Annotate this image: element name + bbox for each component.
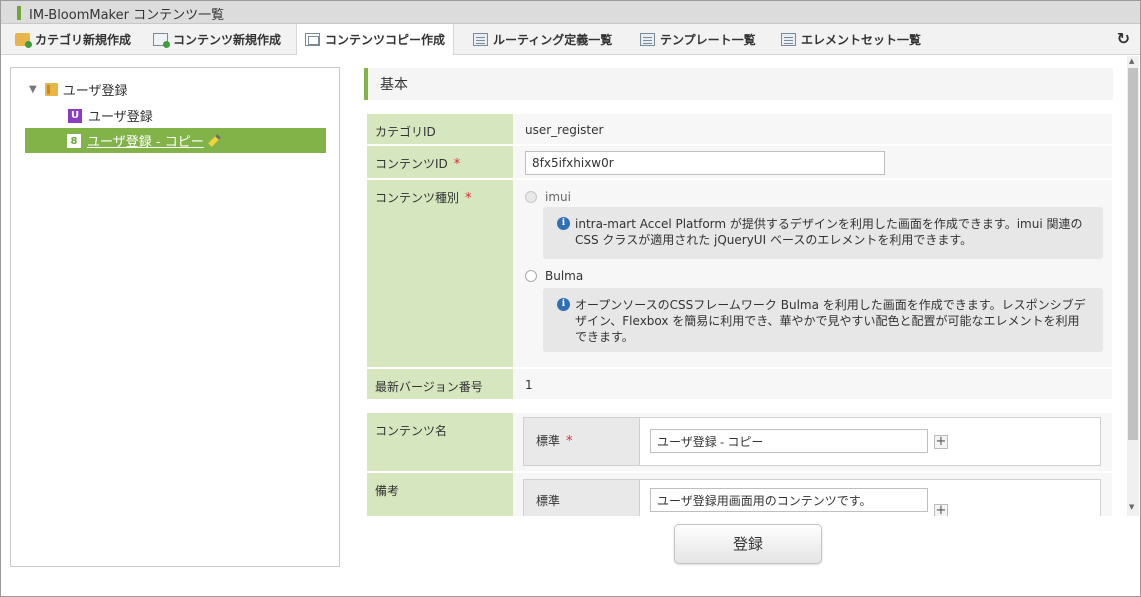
folder-add-icon: [15, 32, 32, 48]
content-name-input-cell: +: [640, 418, 1100, 465]
toolbar: カテゴリ新規作成 コンテンツ新規作成 コンテンツコピー作成 ルーティング定義一覧…: [1, 24, 1140, 55]
content-name-label: コンテンツ名: [367, 413, 513, 471]
content-name-cell: 標準* +: [513, 413, 1112, 471]
imui-info-box: i intra-mart Accel Platform が提供するデザインを利用…: [543, 207, 1103, 259]
create-category-button[interactable]: カテゴリ新規作成: [7, 24, 139, 54]
copy-icon: [305, 33, 320, 46]
content-id-row: コンテンツID *: [367, 146, 1112, 178]
template-list-label: テンプレート一覧: [660, 32, 756, 47]
section-title: 基本: [380, 77, 408, 93]
refresh-icon[interactable]: ↻: [1117, 29, 1130, 48]
bulma-info-text: オープンソースのCSSフレームワーク Bulma を利用した画面を作成できます。…: [575, 298, 1086, 344]
list-icon: [473, 32, 488, 46]
remarks-locale-table: 標準 +: [523, 479, 1101, 516]
tree-root-node[interactable]: ▼ ユーザ登録: [29, 80, 127, 99]
content-type-badge: U: [68, 108, 82, 123]
latest-version-row: 最新バージョン番号 1: [367, 369, 1112, 399]
collapse-toggle-icon[interactable]: ▼: [29, 84, 37, 95]
content-id-input[interactable]: [525, 151, 885, 175]
content-type-badge: 8: [67, 133, 81, 148]
radio-circle[interactable]: [525, 270, 537, 282]
create-content-label: コンテンツ新規作成: [173, 32, 282, 47]
title-bar: IM-BloomMaker コンテンツ一覧: [1, 1, 1140, 24]
remarks-input-cell: +: [640, 480, 1100, 516]
content-id-cell: [513, 146, 1112, 178]
radio-circle[interactable]: [525, 191, 537, 203]
tree-root-label: ユーザ登録: [62, 84, 128, 99]
category-tree-panel: ▼ ユーザ登録 U ユーザ登録 8 ユーザ登録 - コピー: [10, 67, 340, 567]
locale-label: 標準: [524, 480, 640, 516]
scroll-down-icon[interactable]: ▼: [1129, 503, 1134, 511]
element-set-list-button[interactable]: エレメントセット一覧: [773, 24, 929, 54]
content-type-label: コンテンツ種別 *: [367, 180, 513, 367]
latest-version-value: 1: [513, 369, 1112, 399]
required-mark: *: [453, 157, 461, 172]
list-icon: [640, 32, 655, 46]
tree-node-label: ユーザ登録 - コピー: [87, 135, 204, 150]
edit-pencil-icon: [207, 134, 221, 147]
scroll-up-icon[interactable]: ▲: [1129, 57, 1134, 65]
bulma-info-box: i オープンソースのCSSフレームワーク Bulma を利用した画面を作成できま…: [543, 288, 1103, 352]
category-id-row: カテゴリID user_register: [367, 114, 1112, 144]
radio-imui-label: imui: [545, 190, 571, 204]
imui-info-text: intra-mart Accel Platform が提供するデザインを利用した…: [575, 217, 1083, 247]
content-add-icon: [153, 32, 170, 48]
radio-bulma-label: Bulma: [545, 269, 584, 283]
routing-list-label: ルーティング定義一覧: [493, 32, 613, 47]
latest-version-label: 最新バージョン番号: [367, 369, 513, 399]
remarks-cell: 標準 +: [513, 473, 1112, 516]
element-set-list-label: エレメントセット一覧: [801, 32, 922, 47]
locale-label: 標準 *: [524, 418, 640, 465]
tree-node-label: ユーザ登録: [88, 110, 153, 125]
required-mark: *: [566, 434, 573, 449]
template-list-button[interactable]: テンプレート一覧: [632, 24, 764, 54]
info-icon: i: [557, 298, 570, 311]
tree-node-user-register-copy[interactable]: 8 ユーザ登録 - コピー: [25, 128, 326, 153]
radio-bulma[interactable]: Bulma: [525, 269, 583, 283]
routing-list-button[interactable]: ルーティング定義一覧: [465, 24, 620, 54]
tree-node-user-register[interactable]: U ユーザ登録: [68, 106, 153, 125]
category-id-label: カテゴリID: [367, 114, 513, 144]
copy-content-label: コンテンツコピー作成: [325, 33, 446, 47]
content-name-row: コンテンツ名 標準* +: [367, 413, 1112, 471]
remarks-input[interactable]: [650, 488, 928, 512]
scrollbar-thumb[interactable]: [1128, 68, 1138, 440]
copy-content-button[interactable]: コンテンツコピー作成: [296, 24, 455, 55]
content-name-locale-table: 標準* +: [523, 417, 1101, 466]
create-category-label: カテゴリ新規作成: [35, 32, 132, 47]
add-locale-icon[interactable]: +: [934, 504, 948, 516]
content-id-label: コンテンツID *: [367, 146, 513, 178]
create-content-button[interactable]: コンテンツ新規作成: [145, 24, 289, 54]
section-header: 基本: [364, 68, 1113, 100]
register-button[interactable]: 登録: [674, 524, 822, 564]
title-accent-bar: [17, 6, 21, 20]
list-icon: [781, 32, 796, 46]
required-mark: *: [465, 191, 472, 206]
remarks-label: 備考: [367, 473, 513, 516]
content-name-input[interactable]: [650, 429, 928, 453]
folder-icon: [44, 83, 58, 96]
content-type-row: コンテンツ種別 * imui i intra-mart Accel Platfor…: [367, 180, 1112, 367]
category-id-value: user_register: [513, 114, 1112, 144]
add-locale-icon[interactable]: +: [934, 435, 948, 449]
radio-imui[interactable]: imui: [525, 190, 571, 204]
content-type-cell: imui i intra-mart Accel Platform が提供するデザ…: [513, 180, 1112, 367]
window-title: IM-BloomMaker コンテンツ一覧: [29, 8, 225, 23]
info-icon: i: [557, 217, 570, 230]
remarks-row: 備考 標準 +: [367, 473, 1112, 516]
